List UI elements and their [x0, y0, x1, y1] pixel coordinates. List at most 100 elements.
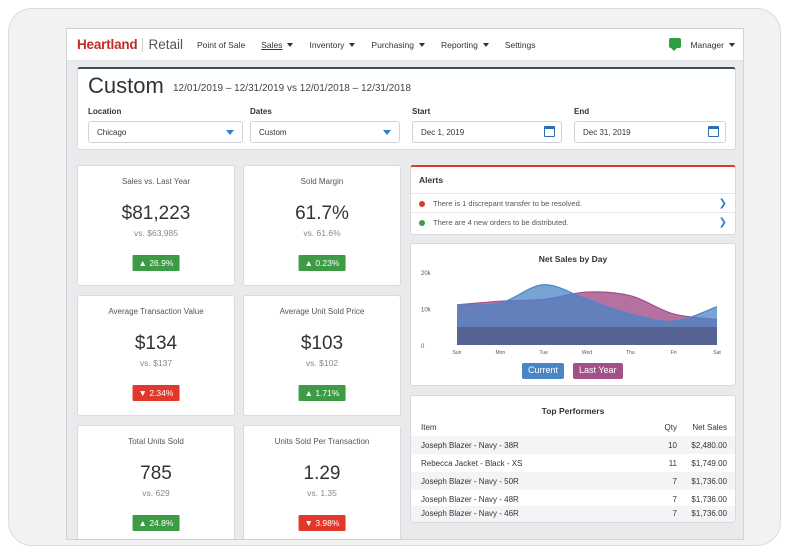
nav-label: Inventory: [309, 39, 345, 50]
row-sales: $1,736.00: [691, 495, 727, 504]
metric-comparison: vs. 61.6%: [303, 228, 341, 238]
chevron-down-icon: [226, 130, 234, 135]
chat-icon[interactable]: [669, 38, 681, 51]
row-qty: 11: [668, 459, 677, 468]
nav-settings[interactable]: Settings: [505, 40, 536, 50]
metric-value: $81,223: [121, 203, 191, 224]
chart-base-shade: [457, 327, 717, 345]
dates-select[interactable]: Custom: [250, 121, 400, 143]
calendar-icon[interactable]: [708, 126, 719, 137]
metric-card-avg-unit-price[interactable]: Average Unit Sold Price $103 vs. $102 ▲ …: [243, 295, 401, 416]
location-value: Chicago: [97, 128, 127, 137]
table-row[interactable]: Joseph Blazer - Navy - 50R 7 $1,736.00: [411, 472, 735, 490]
metric-card-avg-transaction[interactable]: Average Transaction Value $134 vs. $137 …: [77, 295, 235, 416]
table-row[interactable]: Joseph Blazer - Navy - 46R 7 $1,736.00: [411, 506, 735, 522]
metric-value: 61.7%: [295, 203, 349, 224]
row-item: Joseph Blazer - Navy - 46R: [421, 509, 519, 518]
nav-sales[interactable]: Sales: [261, 39, 294, 50]
nav-label: Point of Sale: [196, 39, 246, 50]
column-qty-header: Qty: [664, 423, 677, 432]
chevron-right-icon[interactable]: ❯: [719, 217, 727, 228]
change-badge: ▲ 1.71%: [298, 385, 346, 401]
start-date-value: Dec 1, 2019: [421, 128, 465, 137]
nav-point-of-sale[interactable]: Point of Sale: [197, 40, 245, 50]
x-tick-label: Wed: [582, 350, 592, 356]
row-item: Joseph Blazer - Navy - 50R: [421, 477, 519, 486]
metric-card-units-per-transaction[interactable]: Units Sold Per Transaction 1.29 vs. 1.35…: [243, 425, 401, 539]
end-label: End: [574, 107, 590, 116]
calendar-icon[interactable]: [544, 126, 555, 137]
metric-comparison: vs. 629: [142, 488, 170, 498]
x-tick-label: Mon: [495, 350, 505, 356]
row-qty: 7: [672, 495, 677, 504]
row-item: Joseph Blazer - Navy - 48R: [421, 495, 519, 504]
page-title: Custom: [88, 73, 164, 98]
metric-title: Sales vs. Last Year: [121, 177, 191, 186]
y-tick-label: 20k: [421, 271, 432, 277]
metric-comparison: vs. $102: [305, 358, 339, 368]
app-window: Heartland Retail Point of Sale Sales Inv…: [66, 28, 744, 540]
chevron-down-icon: [383, 130, 391, 135]
row-qty: 7: [672, 509, 677, 518]
report-header: Custom 12/01/2019 – 12/31/2019 vs 12/01/…: [77, 67, 736, 150]
top-performers-title: Top Performers: [541, 406, 605, 416]
alert-item[interactable]: There is 1 discrepant transfer to be res…: [411, 193, 735, 212]
status-dot-icon: [419, 220, 425, 226]
nav-inventory[interactable]: Inventory: [309, 39, 356, 50]
alerts-panel: Alerts There is 1 discrepant transfer to…: [410, 165, 736, 235]
column-item-header: Item: [421, 423, 437, 432]
date-range: 12/01/2019 – 12/31/2019 vs 12/01/2018 – …: [173, 83, 411, 94]
end-date-field[interactable]: Dec 31, 2019: [574, 121, 726, 143]
row-qty: 10: [668, 441, 677, 450]
metric-title: Average Transaction Value: [108, 307, 204, 316]
change-badge: ▼ 2.34%: [132, 385, 180, 401]
metric-title: Total Units Sold: [128, 437, 184, 446]
chevron-down-icon: [729, 43, 735, 47]
net-sales-chart-card: Net Sales by Day 20k 10k 0 Sun Mon Tue Wed Thu F…: [410, 243, 736, 386]
metric-value: 1.29: [303, 463, 341, 484]
chevron-down-icon: [287, 42, 294, 47]
chevron-down-icon: [418, 42, 425, 47]
x-tick-label: Tue: [539, 350, 548, 356]
brand-primary: Heartland: [77, 37, 138, 52]
legend-last-year-button[interactable]: Last Year: [573, 363, 623, 379]
change-badge: ▼ 3.98%: [298, 515, 346, 531]
table-header: Item Qty Net Sales: [411, 418, 735, 436]
nav-label: Sales: [261, 39, 283, 50]
row-sales: $1,736.00: [691, 509, 727, 518]
column-sales-header: Net Sales: [692, 423, 727, 432]
user-name: Manager: [690, 40, 724, 50]
nav-reporting[interactable]: Reporting: [441, 40, 489, 50]
user-menu[interactable]: Manager: [690, 40, 735, 50]
table-row[interactable]: Rebecca Jacket - Black - XS 11 $1,749.00: [411, 454, 735, 472]
metric-card-sold-margin[interactable]: Sold Margin 61.7% vs. 61.6% ▲ 0.23%: [243, 165, 401, 286]
alerts-title: Alerts: [419, 175, 444, 185]
metric-comparison: vs. $137: [139, 358, 173, 368]
row-qty: 7: [672, 477, 677, 486]
metric-value: $103: [300, 333, 344, 354]
table-row[interactable]: Joseph Blazer - Navy - 38R 10 $2,480.00: [411, 436, 735, 454]
start-date-field[interactable]: Dec 1, 2019: [412, 121, 562, 143]
metric-comparison: vs. 1.35: [307, 488, 337, 498]
chevron-down-icon: [349, 42, 356, 47]
y-tick-label: 10k: [421, 308, 432, 314]
location-select[interactable]: Chicago: [88, 121, 243, 143]
row-sales: $1,736.00: [691, 477, 727, 486]
row-sales: $2,480.00: [691, 441, 727, 450]
metric-card-total-units[interactable]: Total Units Sold 785 vs. 629 ▲ 24.8%: [77, 425, 235, 539]
legend-current-button[interactable]: Current: [522, 363, 565, 379]
nav-purchasing[interactable]: Purchasing: [371, 40, 425, 50]
metric-title: Sold Margin: [300, 177, 344, 186]
metric-comparison: vs. $63,985: [134, 228, 178, 238]
brand-logo[interactable]: Heartland Retail: [77, 37, 183, 52]
alert-item[interactable]: There are 4 new orders to be distributed…: [411, 212, 735, 231]
chevron-right-icon[interactable]: ❯: [719, 198, 727, 209]
metric-card-sales[interactable]: Sales vs. Last Year $81,223 vs. $63,985 …: [77, 165, 235, 286]
brand-divider: [142, 37, 144, 52]
row-item: Joseph Blazer - Navy - 38R: [421, 441, 519, 450]
chevron-down-icon: [482, 42, 489, 47]
start-label: Start: [412, 107, 431, 116]
x-tick-label: Sun: [453, 350, 462, 356]
dates-label: Dates: [250, 107, 272, 116]
metric-value: 785: [140, 463, 172, 484]
